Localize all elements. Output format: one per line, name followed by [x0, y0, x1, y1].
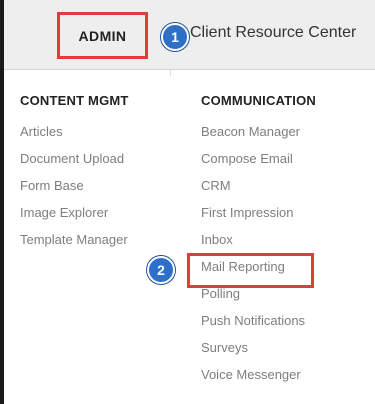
callout-badge-1: 1 — [161, 23, 189, 51]
left-border — [0, 0, 4, 404]
menu-item-template-manager[interactable]: Template Manager — [20, 230, 129, 257]
client-resource-center-link[interactable]: Client Resource Center — [190, 24, 356, 46]
menu-item-voice-messenger[interactable]: Voice Messenger — [201, 365, 316, 392]
admin-tab[interactable]: ADMIN — [57, 12, 148, 59]
menu-item-crm[interactable]: CRM — [201, 176, 316, 203]
menu-item-compose-email[interactable]: Compose Email — [201, 149, 316, 176]
mail-reporting-highlight — [187, 253, 314, 288]
admin-menu-screenshot: ADMIN Client Resource Center 1 CONTENT M… — [0, 0, 375, 404]
menu-item-form-base[interactable]: Form Base — [20, 176, 129, 203]
menu-item-beacon-manager[interactable]: Beacon Manager — [201, 122, 316, 149]
menu-item-image-explorer[interactable]: Image Explorer — [20, 203, 129, 230]
menu-item-polling[interactable]: Polling — [201, 284, 316, 311]
menu-item-push-notifications[interactable]: Push Notifications — [201, 311, 316, 338]
nav-divider — [170, 70, 171, 76]
communication-heading: COMMUNICATION — [201, 93, 317, 108]
menu-item-surveys[interactable]: Surveys — [201, 338, 316, 365]
menu-item-articles[interactable]: Articles — [20, 122, 129, 149]
content-mgmt-heading: CONTENT MGMT — [20, 93, 129, 108]
content-mgmt-column: CONTENT MGMT Articles Document Upload Fo… — [20, 90, 129, 257]
callout-badge-2: 2 — [147, 256, 175, 284]
menu-item-document-upload[interactable]: Document Upload — [20, 149, 129, 176]
communication-column: COMMUNICATION Beacon Manager Compose Ema… — [201, 90, 316, 392]
menu-item-first-impression[interactable]: First Impression — [201, 203, 316, 230]
